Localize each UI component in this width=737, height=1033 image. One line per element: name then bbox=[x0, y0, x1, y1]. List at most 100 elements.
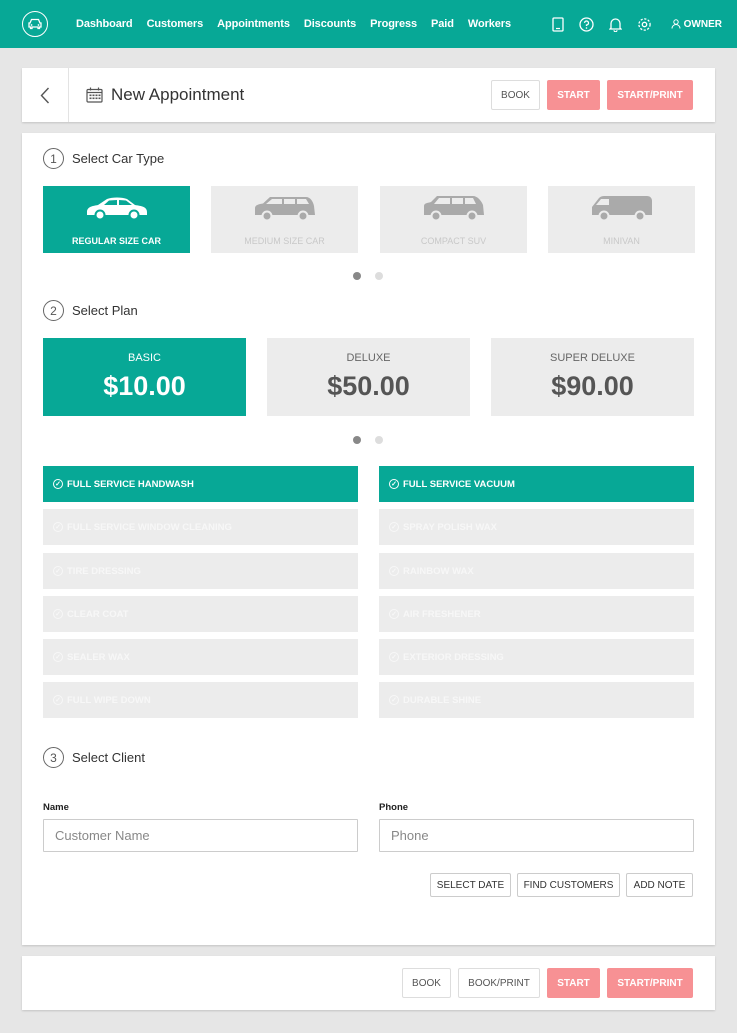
service-item[interactable]: ✓ DURABLE SHINE bbox=[379, 682, 694, 718]
step-label: Select Plan bbox=[72, 303, 138, 318]
book-button[interactable]: BOOK bbox=[402, 968, 451, 998]
name-label: Name bbox=[43, 802, 69, 813]
customer-name-input[interactable] bbox=[43, 819, 358, 852]
service-item[interactable]: ✓ SPRAY POLISH WAX bbox=[379, 509, 694, 545]
appointment-form: 1 Select Car Type REGULAR SIZE CAR MEDIU… bbox=[22, 133, 715, 945]
nav-customers[interactable]: Customers bbox=[147, 18, 204, 30]
service-item[interactable]: ✓ FULL SERVICE VACUUM bbox=[379, 466, 694, 502]
service-item[interactable]: ✓ EXTERIOR DRESSING bbox=[379, 639, 694, 675]
plan-name: SUPER DELUXE bbox=[550, 352, 635, 364]
nav-dashboard[interactable]: Dashboard bbox=[76, 18, 133, 30]
service-item[interactable]: ✓ FULL SERVICE WINDOW CLEANING bbox=[43, 509, 358, 545]
carousel-dot[interactable] bbox=[375, 436, 383, 444]
user-menu[interactable]: OWNER bbox=[671, 19, 722, 30]
plan-price: $10.00 bbox=[103, 371, 186, 401]
car-type-medium[interactable]: MEDIUM SIZE CAR bbox=[211, 186, 358, 253]
carousel-dot[interactable] bbox=[353, 436, 361, 444]
action-footer: BOOK BOOK/PRINT START START/PRINT bbox=[22, 956, 715, 1010]
top-navbar: Dashboard Customers Appointments Discoun… bbox=[0, 0, 737, 48]
service-item[interactable]: ✓ RAINBOW WAX bbox=[379, 553, 694, 589]
settings-icon[interactable] bbox=[637, 16, 653, 32]
start-button[interactable]: START bbox=[547, 80, 600, 110]
top-icons: OWNER bbox=[550, 0, 737, 48]
check-circle-icon: ✓ bbox=[389, 695, 399, 705]
service-label: CLEAR COAT bbox=[67, 608, 129, 620]
plan-deluxe[interactable]: DELUXE $50.00 bbox=[267, 338, 470, 416]
step-client: 3 Select Client bbox=[43, 747, 145, 768]
nav-discounts[interactable]: Discounts bbox=[304, 18, 356, 30]
back-button[interactable] bbox=[22, 68, 69, 122]
service-item[interactable]: ✓ FULL SERVICE HANDWASH bbox=[43, 466, 358, 502]
book-button[interactable]: BOOK bbox=[491, 80, 540, 110]
suv-icon bbox=[423, 196, 484, 222]
service-item[interactable]: ✓ AIR FRESHENER bbox=[379, 596, 694, 632]
service-item[interactable]: ✓ TIRE DRESSING bbox=[43, 553, 358, 589]
carousel-dot[interactable] bbox=[375, 272, 383, 280]
check-circle-icon: ✓ bbox=[53, 652, 63, 662]
plan-super-deluxe[interactable]: SUPER DELUXE $90.00 bbox=[491, 338, 694, 416]
page-title: New Appointment bbox=[111, 85, 245, 104]
nav-appointments[interactable]: Appointments bbox=[217, 18, 290, 30]
main-nav: Dashboard Customers Appointments Discoun… bbox=[76, 0, 525, 48]
plan-basic[interactable]: BASIC $10.00 bbox=[43, 338, 246, 416]
start-button[interactable]: START bbox=[547, 968, 600, 998]
step-car-type: 1 Select Car Type bbox=[43, 148, 164, 169]
service-label: FULL WIPE DOWN bbox=[67, 694, 151, 706]
tablet-icon[interactable] bbox=[550, 16, 566, 32]
select-date-button[interactable]: SELECT DATE bbox=[430, 873, 511, 897]
car-type-label: MEDIUM SIZE CAR bbox=[244, 236, 325, 246]
step-number: 2 bbox=[43, 300, 64, 321]
check-circle-icon: ✓ bbox=[389, 609, 399, 619]
step-label: Select Client bbox=[72, 750, 145, 765]
service-item[interactable]: ✓ FULL WIPE DOWN bbox=[43, 682, 358, 718]
bell-icon[interactable] bbox=[608, 16, 624, 32]
service-item[interactable]: ✓ SEALER WAX bbox=[43, 639, 358, 675]
service-label: FULL SERVICE HANDWASH bbox=[67, 478, 194, 490]
nav-progress[interactable]: Progress bbox=[370, 18, 417, 30]
service-label: TIRE DRESSING bbox=[67, 565, 141, 577]
nav-paid[interactable]: Paid bbox=[431, 18, 454, 30]
service-label: FULL SERVICE VACUUM bbox=[403, 478, 515, 490]
book-print-button[interactable]: BOOK/PRINT bbox=[458, 968, 540, 998]
car-type-label: MINIVAN bbox=[603, 236, 640, 246]
page-title-wrap: New Appointment bbox=[86, 68, 244, 122]
find-customers-button[interactable]: FIND CUSTOMERS bbox=[517, 873, 620, 897]
plan-price: $50.00 bbox=[327, 371, 410, 401]
service-label: EXTERIOR DRESSING bbox=[403, 651, 504, 663]
service-label: AIR FRESHENER bbox=[403, 608, 481, 620]
check-circle-icon: ✓ bbox=[389, 566, 399, 576]
step-number: 1 bbox=[43, 148, 64, 169]
step-plan: 2 Select Plan bbox=[43, 300, 138, 321]
car-type-compact-suv[interactable]: COMPACT SUV bbox=[380, 186, 527, 253]
check-circle-icon: ✓ bbox=[53, 695, 63, 705]
start-print-button[interactable]: START/PRINT bbox=[607, 968, 693, 998]
car-type-label: COMPACT SUV bbox=[420, 236, 487, 246]
sedan-icon bbox=[86, 197, 147, 221]
phone-label: Phone bbox=[379, 802, 409, 813]
calendar-icon bbox=[86, 87, 103, 103]
plan-carousel-dots bbox=[353, 436, 397, 444]
user-role-label: OWNER bbox=[683, 18, 722, 30]
car-logo-icon[interactable] bbox=[22, 11, 48, 37]
car-type-label: REGULAR SIZE CAR bbox=[71, 236, 161, 246]
check-circle-icon: ✓ bbox=[53, 479, 63, 489]
help-icon[interactable] bbox=[579, 16, 595, 32]
car-type-regular[interactable]: REGULAR SIZE CAR bbox=[43, 186, 190, 253]
carousel-dot[interactable] bbox=[353, 272, 361, 280]
phone-input[interactable] bbox=[379, 819, 694, 852]
service-label: DURABLE SHINE bbox=[403, 694, 482, 706]
check-circle-icon: ✓ bbox=[389, 522, 399, 532]
car-type-minivan[interactable]: MINIVAN bbox=[548, 186, 695, 253]
check-circle-icon: ✓ bbox=[389, 479, 399, 489]
chevron-left-icon bbox=[40, 87, 50, 103]
nav-workers[interactable]: Workers bbox=[468, 18, 511, 30]
minivan-icon bbox=[591, 196, 652, 222]
service-item[interactable]: ✓ CLEAR COAT bbox=[43, 596, 358, 632]
appointment-header: New Appointment BOOK START START/PRINT bbox=[22, 68, 715, 122]
user-icon bbox=[671, 19, 681, 29]
wagon-icon bbox=[254, 197, 315, 222]
step-label: Select Car Type bbox=[72, 151, 165, 166]
start-print-button[interactable]: START/PRINT bbox=[607, 80, 693, 110]
add-note-button[interactable]: ADD NOTE bbox=[626, 873, 693, 897]
step-number: 3 bbox=[43, 747, 64, 768]
